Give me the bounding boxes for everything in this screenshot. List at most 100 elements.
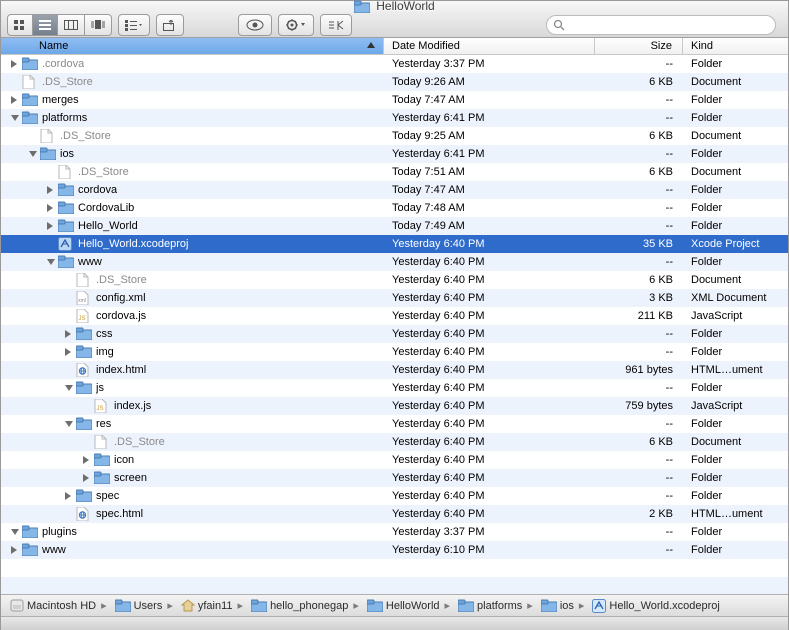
- action-button[interactable]: [278, 14, 314, 36]
- file-row[interactable]: resYesterday 6:40 PM--Folder: [1, 415, 788, 433]
- file-name: Hello_World.xcodeproj: [78, 238, 188, 250]
- file-row[interactable]: .DS_StoreYesterday 6:40 PM6 KBDocument: [1, 433, 788, 451]
- file-date: Yesterday 6:40 PM: [384, 472, 595, 484]
- file-name: merges: [42, 94, 79, 106]
- file-date: Yesterday 6:40 PM: [384, 508, 595, 520]
- file-name: plugins: [42, 526, 77, 538]
- file-row[interactable]: cssYesterday 6:40 PM--Folder: [1, 325, 788, 343]
- file-row[interactable]: index.htmlYesterday 6:40 PM961 bytesHTML…: [1, 361, 788, 379]
- folder-icon: [76, 417, 92, 431]
- file-row[interactable]: mergesToday 7:47 AM--Folder: [1, 91, 788, 109]
- disclosure-triangle-icon[interactable]: [83, 474, 92, 483]
- search-field[interactable]: [546, 15, 776, 35]
- file-size: 6 KB: [595, 436, 683, 448]
- disclosure-triangle-icon[interactable]: [11, 114, 20, 123]
- file-row[interactable]: JScordova.jsYesterday 6:40 PM211 KBJavaS…: [1, 307, 788, 325]
- disclosure-triangle-icon[interactable]: [65, 348, 74, 357]
- list-view-button[interactable]: [33, 14, 58, 36]
- column-header: Name Date Modified Size Kind: [1, 38, 788, 55]
- path-crumb[interactable]: Users: [112, 599, 163, 612]
- path-crumb[interactable]: HelloWorld: [364, 599, 440, 612]
- disclosure-triangle-icon[interactable]: [29, 150, 38, 159]
- file-size: 211 KB: [595, 310, 683, 322]
- disclosure-triangle-icon[interactable]: [47, 186, 56, 195]
- path-crumb[interactable]: hello_phonegap: [248, 599, 348, 612]
- path-crumb[interactable]: ios: [538, 599, 574, 612]
- file-kind: Document: [683, 274, 788, 286]
- chevron-right-icon: ▸: [527, 599, 533, 612]
- file-date: Yesterday 3:37 PM: [384, 526, 595, 538]
- search-input[interactable]: [565, 19, 769, 31]
- file-row[interactable]: specYesterday 6:40 PM--Folder: [1, 487, 788, 505]
- file-row[interactable]: platformsYesterday 6:41 PM--Folder: [1, 109, 788, 127]
- coverflow-view-button[interactable]: [85, 14, 112, 36]
- file-row[interactable]: .DS_StoreToday 7:51 AM6 KBDocument: [1, 163, 788, 181]
- file-name: cordova.js: [96, 310, 146, 322]
- path-crumb[interactable]: platforms: [455, 599, 522, 612]
- file-row[interactable]: plugins Yesterday 3:37 PM--Folder: [1, 523, 788, 541]
- file-row[interactable]: xmlconfig.xmlYesterday 6:40 PM3 KBXML Do…: [1, 289, 788, 307]
- file-date: Yesterday 6:40 PM: [384, 490, 595, 502]
- file-row[interactable]: .DS_StoreYesterday 6:40 PM6 KBDocument: [1, 271, 788, 289]
- file-row[interactable]: jsYesterday 6:40 PM--Folder: [1, 379, 788, 397]
- path-crumb[interactable]: Hello_World.xcodeproj: [589, 599, 719, 613]
- file-row[interactable]: imgYesterday 6:40 PM--Folder: [1, 343, 788, 361]
- html-icon: [76, 363, 92, 377]
- disclosure-triangle-icon[interactable]: [65, 420, 74, 429]
- header-name[interactable]: Name: [1, 38, 384, 54]
- doc-icon: [40, 129, 56, 143]
- file-size: --: [595, 526, 683, 538]
- file-row[interactable]: spec.htmlYesterday 6:40 PM2 KBHTML…ument: [1, 505, 788, 523]
- path-crumb-label: platforms: [477, 600, 522, 612]
- disclosure-triangle-icon[interactable]: [65, 492, 74, 501]
- folder-icon: [58, 219, 74, 233]
- file-row[interactable]: cordovaToday 7:47 AM--Folder: [1, 181, 788, 199]
- column-view-button[interactable]: [58, 14, 85, 36]
- quicklook-button[interactable]: [238, 14, 272, 36]
- file-kind: Folder: [683, 526, 788, 538]
- disclosure-triangle-icon[interactable]: [65, 330, 74, 339]
- file-kind: JavaScript: [683, 310, 788, 322]
- chevron-right-icon: ▸: [101, 599, 107, 612]
- disclosure-triangle-icon[interactable]: [11, 546, 20, 555]
- file-row[interactable]: JSindex.jsYesterday 6:40 PM759 bytesJava…: [1, 397, 788, 415]
- file-row[interactable]: screenYesterday 6:40 PM--Folder: [1, 469, 788, 487]
- hide-sidebar-button[interactable]: [320, 14, 352, 36]
- file-row[interactable]: Hello_World.xcodeprojYesterday 6:40 PM35…: [1, 235, 788, 253]
- folder-icon: [541, 599, 557, 612]
- file-row[interactable]: CordovaLibToday 7:48 AM--Folder: [1, 199, 788, 217]
- file-row[interactable]: wwwYesterday 6:40 PM--Folder: [1, 253, 788, 271]
- disclosure-triangle-icon[interactable]: [47, 222, 56, 231]
- sort-ascending-icon: [367, 42, 375, 48]
- disclosure-triangle-icon[interactable]: [47, 204, 56, 213]
- file-date: Yesterday 6:40 PM: [384, 238, 595, 250]
- file-row[interactable]: iosYesterday 6:41 PM--Folder: [1, 145, 788, 163]
- path-crumb[interactable]: yfain11: [178, 599, 233, 612]
- share-button[interactable]: [156, 14, 184, 36]
- file-list[interactable]: .cordovaYesterday 3:37 PM--Folder.DS_Sto…: [1, 55, 788, 594]
- file-name: platforms: [42, 112, 87, 124]
- file-row[interactable]: .cordovaYesterday 3:37 PM--Folder: [1, 55, 788, 73]
- file-row[interactable]: .DS_StoreToday 9:26 AM6 KBDocument: [1, 73, 788, 91]
- disclosure-triangle-icon[interactable]: [83, 456, 92, 465]
- file-row[interactable]: .DS_StoreToday 9:25 AM6 KBDocument: [1, 127, 788, 145]
- icon-view-button[interactable]: [7, 14, 33, 36]
- disclosure-triangle-icon[interactable]: [65, 384, 74, 393]
- header-date-modified[interactable]: Date Modified: [384, 38, 595, 54]
- file-row[interactable]: wwwYesterday 6:10 PM--Folder: [1, 541, 788, 559]
- disclosure-triangle-icon[interactable]: [11, 60, 20, 69]
- file-row[interactable]: iconYesterday 6:40 PM--Folder: [1, 451, 788, 469]
- header-kind[interactable]: Kind: [683, 38, 788, 54]
- folder-icon: [367, 599, 383, 612]
- file-kind: Folder: [683, 544, 788, 556]
- file-kind: Folder: [683, 328, 788, 340]
- file-row[interactable]: Hello_WorldToday 7:49 AM--Folder: [1, 217, 788, 235]
- arrange-button[interactable]: [118, 14, 150, 36]
- empty-row: [1, 577, 788, 594]
- disclosure-triangle-icon[interactable]: [11, 528, 20, 537]
- header-size[interactable]: Size: [595, 38, 683, 54]
- disclosure-triangle-icon[interactable]: [11, 96, 20, 105]
- disclosure-triangle-icon[interactable]: [47, 258, 56, 267]
- path-crumb[interactable]: Macintosh HD: [7, 599, 96, 612]
- search-icon: [553, 19, 565, 31]
